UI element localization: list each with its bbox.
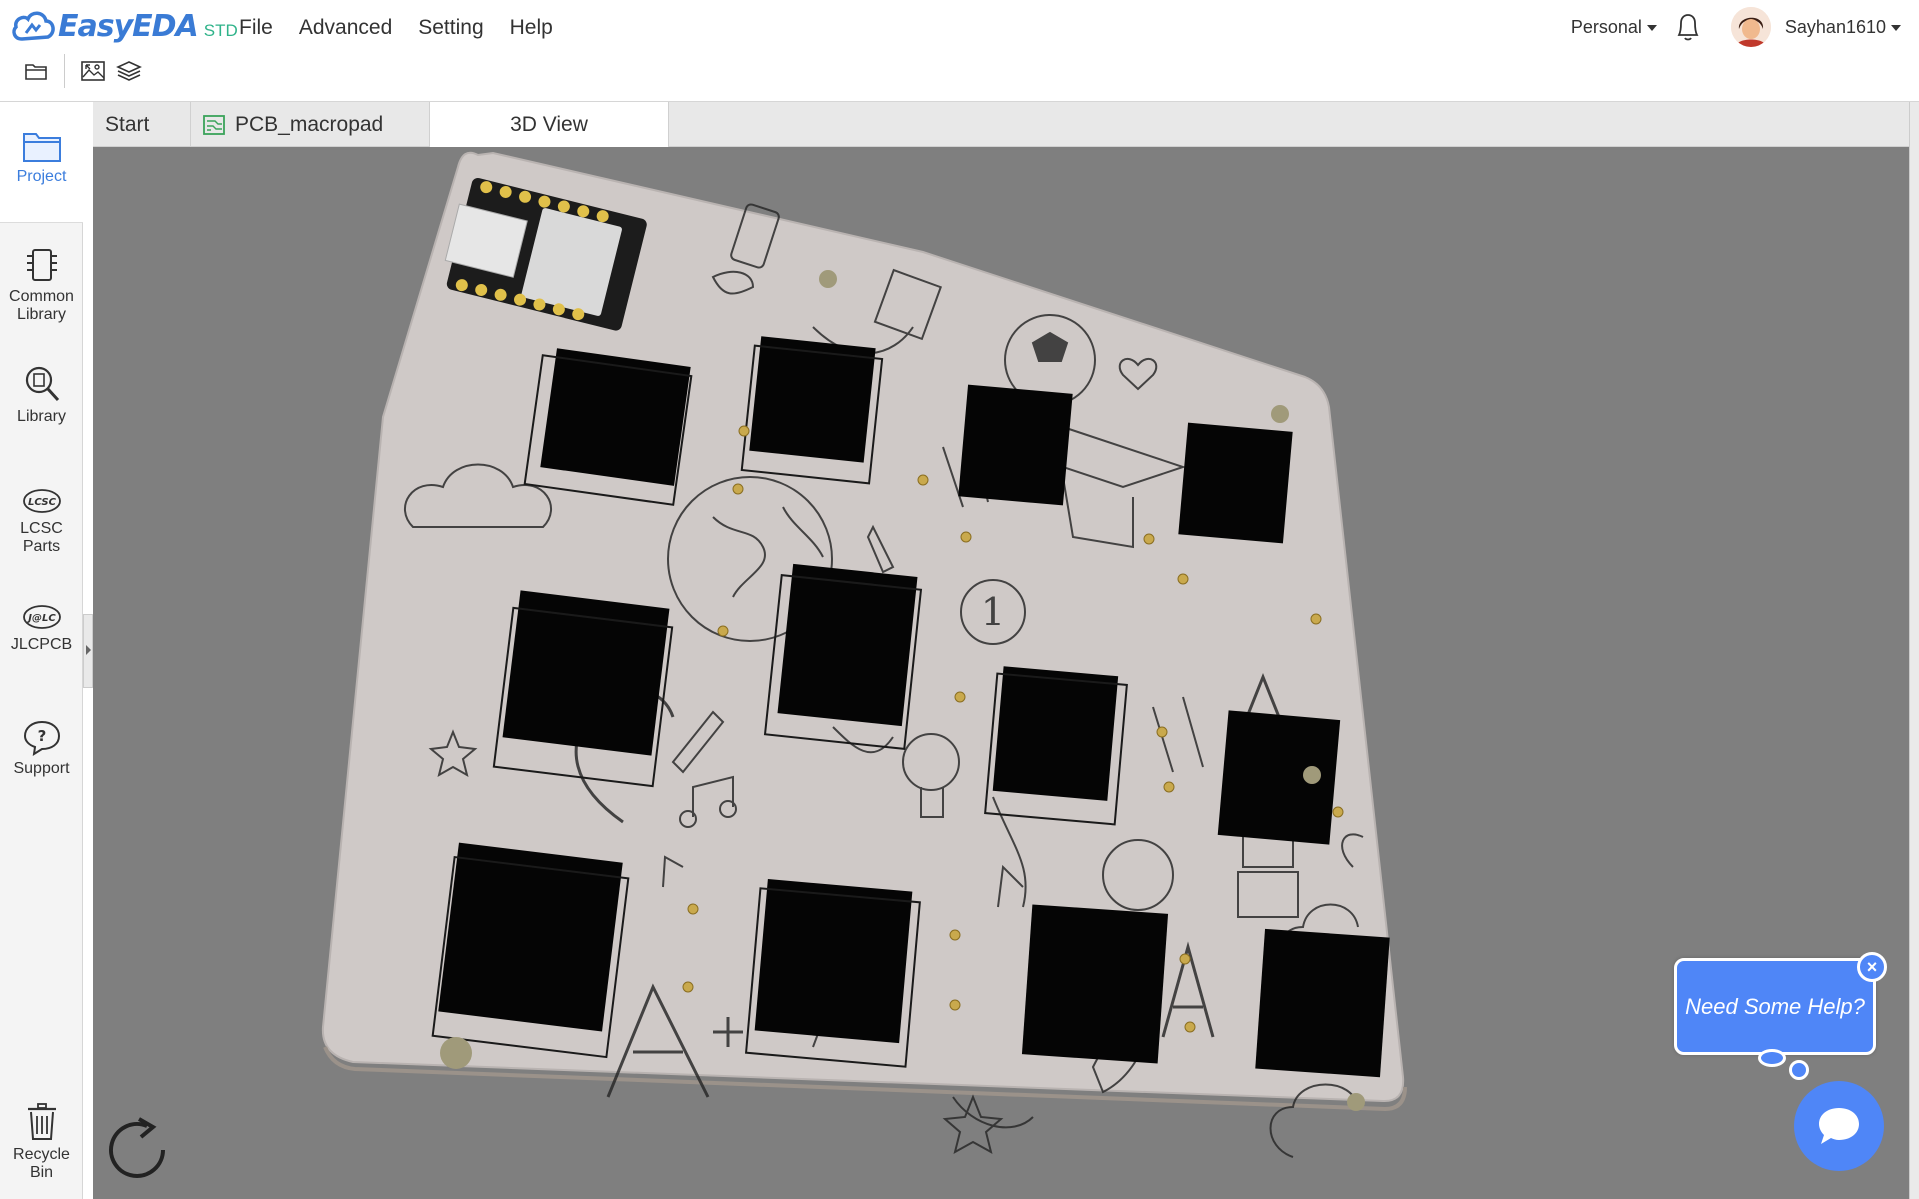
right-panel-handle[interactable] (1909, 102, 1919, 1199)
sidebar-item-lcsc-parts[interactable]: LCSC LCSC Parts (0, 486, 83, 556)
menu-setting[interactable]: Setting (405, 14, 496, 42)
tab-label: 3D View (510, 112, 588, 136)
username-label: Sayhan1610 (1784, 16, 1886, 37)
sidebar-item-common-library[interactable]: Common Library (0, 246, 83, 324)
switch-10 (754, 879, 913, 1044)
tab-label: PCB_macropad (235, 112, 384, 136)
switch-6 (777, 563, 918, 727)
project-folder-icon (22, 133, 61, 162)
sidebar-collapse-handle[interactable] (83, 614, 93, 688)
import-image-icon (81, 61, 105, 81)
pcb-3d-render[interactable]: 1 (93, 147, 1909, 1199)
sidebar-item-label: Library (17, 408, 66, 425)
sidebar-item-label: JLCPCB (10, 636, 73, 653)
pcb-icon (203, 114, 225, 135)
sidebar-item-library[interactable]: Library (0, 364, 83, 426)
logo-text: EasyEDA (58, 8, 199, 44)
switch-11 (1021, 904, 1169, 1064)
chip-icon (26, 249, 57, 281)
sidebar-item-label: Common Library (9, 288, 74, 323)
switch-9 (438, 842, 623, 1032)
easyeda-logo[interactable]: EasyEDA STD (10, 6, 238, 46)
sidebar-item-project[interactable]: Project (0, 128, 83, 186)
document-tab-bar: Start PCB_macropad 3D View (93, 102, 1909, 147)
svg-text:LCSC: LCSC (28, 497, 57, 508)
menu-help[interactable]: Help (497, 14, 566, 42)
import-image-button[interactable] (75, 55, 111, 87)
switch-4 (1178, 422, 1293, 544)
open-folder-button[interactable] (18, 55, 54, 87)
bubble-tail-dot (1789, 1060, 1809, 1080)
switch-12 (1255, 928, 1390, 1078)
sidebar-item-label: Support (13, 760, 70, 777)
3d-viewport[interactable]: 1 (93, 147, 1909, 1199)
sidebar-item-recycle-bin[interactable]: Recycle Bin (0, 1102, 83, 1182)
silk-number-text: 1 (981, 590, 1005, 634)
tab-3d-view[interactable]: 3D View (430, 102, 669, 147)
bubble-tail-dot (1758, 1049, 1786, 1067)
username[interactable]: Sayhan1610 (1785, 17, 1901, 38)
sidebar-item-label: Recycle Bin (13, 1146, 70, 1181)
sidebar-divider (0, 222, 83, 223)
sidebar-item-jlcpcb[interactable]: J@LC JLCPCB (0, 602, 83, 654)
tab-start[interactable]: Start (93, 102, 191, 147)
lcsc-logo-icon: LCSC (22, 489, 61, 513)
user-area: Personal Sayhan1610 (1571, 6, 1901, 48)
help-bubble-text: Need Some Help? (1685, 993, 1865, 1019)
need-help-bubble[interactable]: Need Some Help? (1674, 958, 1876, 1055)
sidebar-item-support[interactable]: ? Support (0, 718, 83, 778)
switch-1 (540, 348, 691, 486)
menu-file[interactable]: File (226, 14, 286, 42)
layers-icon (116, 61, 142, 81)
library-search-icon (25, 366, 59, 402)
user-avatar-icon (1730, 7, 1771, 47)
avatar[interactable] (1730, 7, 1771, 47)
svg-text:?: ? (37, 727, 46, 745)
sidebar-item-label: LCSC Parts (20, 520, 63, 555)
toolbar-divider (64, 54, 65, 88)
help-bubble-icon: ? (23, 720, 60, 756)
menu-advanced[interactable]: Advanced (286, 14, 405, 42)
toolbar (18, 54, 147, 88)
bell-icon[interactable] (1673, 11, 1703, 43)
chat-button[interactable] (1794, 1081, 1884, 1171)
chevron-down-icon (1891, 24, 1901, 31)
sidebar-item-label: Project (16, 168, 67, 185)
cloud-logo-icon (12, 11, 55, 41)
chat-icon (1819, 1108, 1859, 1144)
tab-label: Start (105, 112, 150, 136)
switch-3 (958, 384, 1073, 506)
menu-bar: File Advanced Setting Help (226, 14, 566, 42)
jlc-logo-icon: J@LC (22, 605, 61, 629)
chevron-down-icon (1646, 24, 1657, 31)
workspace-selector[interactable]: Personal (1571, 17, 1657, 38)
layers-button[interactable] (111, 55, 147, 87)
close-icon[interactable]: × (1857, 952, 1887, 982)
left-sidebar: Project Common Library Library LCSC LCSC… (0, 102, 83, 1199)
folder-icon (25, 64, 47, 80)
switch-8 (1217, 710, 1341, 845)
svg-text:J@LC: J@LC (26, 613, 56, 624)
switch-5 (502, 590, 670, 756)
switch-7 (992, 666, 1119, 801)
switch-2 (749, 336, 876, 463)
top-bar: EasyEDA STD File Advanced Setting Help P… (0, 0, 1919, 102)
reset-view-icon[interactable] (103, 1115, 173, 1185)
workspace-label: Personal (1570, 16, 1642, 37)
tab-pcb-macropad[interactable]: PCB_macropad (191, 102, 430, 147)
trash-icon (27, 1103, 56, 1140)
